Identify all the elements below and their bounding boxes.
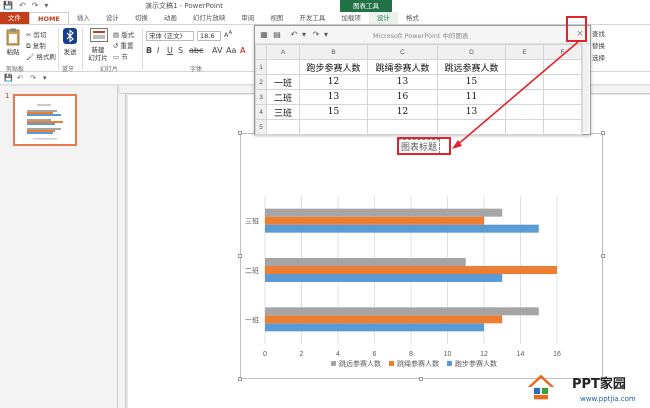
annotation-arrow — [452, 41, 579, 149]
watermark: PPT家园 www.pptjia.com — [520, 368, 650, 408]
watermark-brand: PPT家园 — [572, 377, 626, 392]
watermark-url: www.pptjia.com — [580, 395, 636, 403]
powerpoint-window: 💾 ↶ ↷ ▾ 演示文稿1 - PowerPoint 图表工具 文件 HOME … — [0, 0, 650, 408]
house-logo-icon — [527, 374, 555, 400]
